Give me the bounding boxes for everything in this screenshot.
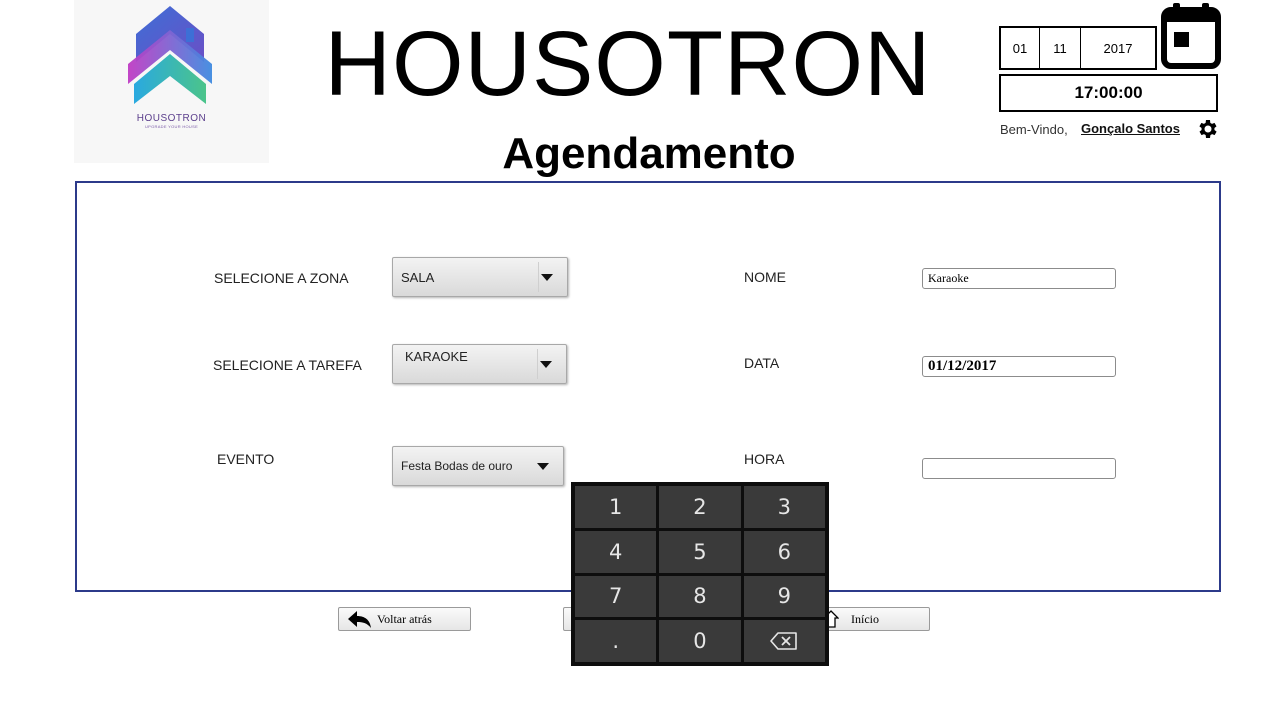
logo-tagline: UPGRADE YOUR HOUSE bbox=[144, 124, 199, 129]
key-1[interactable]: 1 bbox=[575, 486, 657, 528]
key-8[interactable]: 8 bbox=[659, 575, 741, 618]
task-label: SELECIONE A TAREFA bbox=[213, 357, 362, 373]
zone-label: SELECIONE A ZONA bbox=[214, 270, 349, 286]
back-button-label: Voltar atrás bbox=[377, 611, 432, 626]
key-5[interactable]: 5 bbox=[659, 530, 741, 573]
back-button[interactable]: Voltar atrás bbox=[338, 607, 471, 631]
zone-select[interactable]: SALA bbox=[392, 257, 568, 297]
date-month: 11 bbox=[1040, 28, 1081, 68]
key-6[interactable]: 6 bbox=[743, 530, 825, 573]
hour-label: HORA bbox=[744, 451, 785, 467]
key-3[interactable]: 3 bbox=[743, 486, 825, 528]
app-title: HOUSOTRON bbox=[324, 13, 932, 115]
chevron-down-icon bbox=[537, 463, 549, 470]
numeric-keypad: 1 2 3 4 5 6 7 8 9 . 0 bbox=[571, 482, 829, 666]
key-9[interactable]: 9 bbox=[743, 575, 825, 618]
welcome-text: Bem-Vindo, bbox=[1000, 122, 1068, 137]
select-divider bbox=[537, 349, 538, 379]
calendar-icon[interactable] bbox=[1160, 2, 1222, 70]
task-select[interactable]: KARAOKE bbox=[392, 344, 567, 384]
date-label: DATA bbox=[744, 355, 780, 371]
home-button[interactable]: Início bbox=[820, 607, 930, 631]
date-display: 01 11 2017 bbox=[999, 26, 1157, 70]
event-label: EVENTO bbox=[217, 451, 275, 467]
logo: HOUSOTRON UPGRADE YOUR HOUSE bbox=[74, 0, 269, 163]
gear-icon[interactable] bbox=[1195, 117, 1219, 141]
key-2[interactable]: 2 bbox=[659, 486, 741, 528]
date-year: 2017 bbox=[1103, 40, 1133, 56]
time-display: 17:00:00 bbox=[999, 74, 1218, 112]
backspace-icon bbox=[770, 632, 798, 650]
key-0[interactable]: 0 bbox=[659, 620, 741, 662]
key-backspace[interactable] bbox=[743, 620, 825, 662]
select-divider bbox=[538, 262, 539, 292]
logo-text: HOUSOTRON bbox=[136, 113, 207, 124]
hour-input[interactable] bbox=[922, 458, 1116, 479]
home-button-label: Início bbox=[851, 611, 879, 626]
event-select[interactable]: Festa Bodas de ouro bbox=[392, 446, 564, 486]
chevron-down-icon bbox=[540, 361, 552, 368]
page-title: Agendamento bbox=[502, 129, 796, 178]
reply-arrow-icon bbox=[348, 611, 371, 628]
user-name-link[interactable]: Gonçalo Santos bbox=[1081, 121, 1180, 136]
key-4[interactable]: 4 bbox=[575, 530, 657, 573]
event-select-value: Festa Bodas de ouro bbox=[401, 459, 513, 473]
house-logo-icon bbox=[128, 6, 212, 104]
key-7[interactable]: 7 bbox=[575, 575, 657, 618]
name-label: NOME bbox=[744, 269, 786, 285]
zone-select-value: SALA bbox=[401, 270, 435, 285]
key-dot[interactable]: . bbox=[575, 620, 657, 662]
date-day: 01 bbox=[1001, 28, 1040, 68]
task-select-value: KARAOKE bbox=[405, 349, 468, 364]
chevron-down-icon bbox=[541, 274, 553, 281]
name-input[interactable] bbox=[922, 268, 1116, 289]
date-input[interactable] bbox=[922, 356, 1116, 377]
